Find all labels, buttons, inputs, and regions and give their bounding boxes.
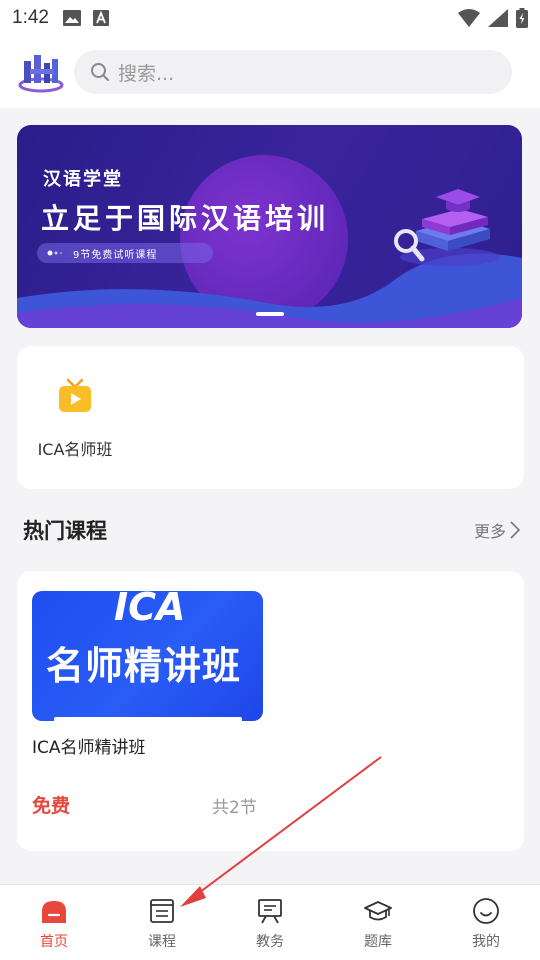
banner-subtitle: 汉语学堂: [43, 169, 123, 190]
thumb-strip: [54, 717, 242, 721]
graduation-cap-icon: [364, 901, 392, 921]
banner-pill: 9节免费试听课程: [37, 243, 213, 263]
books-graduation-icon: [394, 189, 500, 266]
course-lessons: 共2节: [212, 798, 257, 818]
course-icon: [150, 899, 174, 923]
course-price: 免费: [32, 795, 71, 817]
tv-icon: [59, 378, 91, 412]
search-icon: [91, 63, 109, 81]
nav-item-affairs[interactable]: 教务: [216, 885, 324, 960]
nav-label-question-bank: 题库: [364, 934, 392, 950]
dots-icon: [47, 250, 62, 256]
chevron-right-icon: [510, 521, 520, 539]
app-logo[interactable]: [18, 49, 64, 95]
nav-label-affairs: 教务: [256, 934, 284, 950]
battery-icon: [516, 8, 528, 28]
more-link[interactable]: 更多: [474, 518, 520, 542]
course-thumbnail: ICA 名师精讲班: [32, 591, 263, 721]
app-header: 搜索...: [0, 36, 540, 108]
bottom-nav: 首页 课程 教务 题库 我的: [0, 884, 540, 960]
course-name: ICA名师精讲班: [32, 738, 146, 758]
status-bar: 1:42: [0, 0, 540, 36]
thumb-top-text: ICA: [114, 591, 186, 629]
nav-label-home: 首页: [40, 934, 68, 950]
category-label: ICA名师班: [37, 440, 113, 459]
course-card[interactable]: ICA 名师精讲班 ICA名师精讲班 免费 共2节: [17, 571, 524, 851]
smile-icon: [473, 898, 499, 924]
wifi-icon: [458, 9, 480, 27]
banner-title: 立足于国际汉语培训: [41, 202, 330, 235]
image-icon: [62, 10, 81, 26]
banner-page-indicator: [256, 312, 284, 316]
nav-label-course: 课程: [148, 934, 176, 950]
nav-item-mine[interactable]: 我的: [432, 885, 540, 960]
nav-label-mine: 我的: [472, 934, 500, 950]
search-input[interactable]: 搜索...: [74, 50, 512, 94]
status-time: 1:42: [12, 7, 49, 28]
font-icon: [92, 10, 109, 26]
signal-icon: [488, 9, 508, 27]
nav-item-home[interactable]: 首页: [0, 885, 108, 960]
category-card: ICA名师班: [17, 346, 524, 489]
more-label: 更多: [473, 522, 506, 541]
board-icon: [258, 899, 282, 924]
nav-item-course[interactable]: 课程: [108, 885, 216, 960]
thumb-main-text: 名师精讲班: [46, 644, 242, 688]
home-icon: [42, 901, 66, 923]
category-item-ica[interactable]: ICA名师班: [25, 376, 125, 460]
promo-banner[interactable]: 汉语学堂 立足于国际汉语培训 9节免费试听课程: [17, 125, 522, 328]
section-title: 热门课程: [23, 519, 107, 543]
banner-pill-text: 9节免费试听课程: [73, 249, 158, 261]
search-placeholder: 搜索...: [118, 62, 175, 85]
nav-item-question-bank[interactable]: 题库: [324, 885, 432, 960]
